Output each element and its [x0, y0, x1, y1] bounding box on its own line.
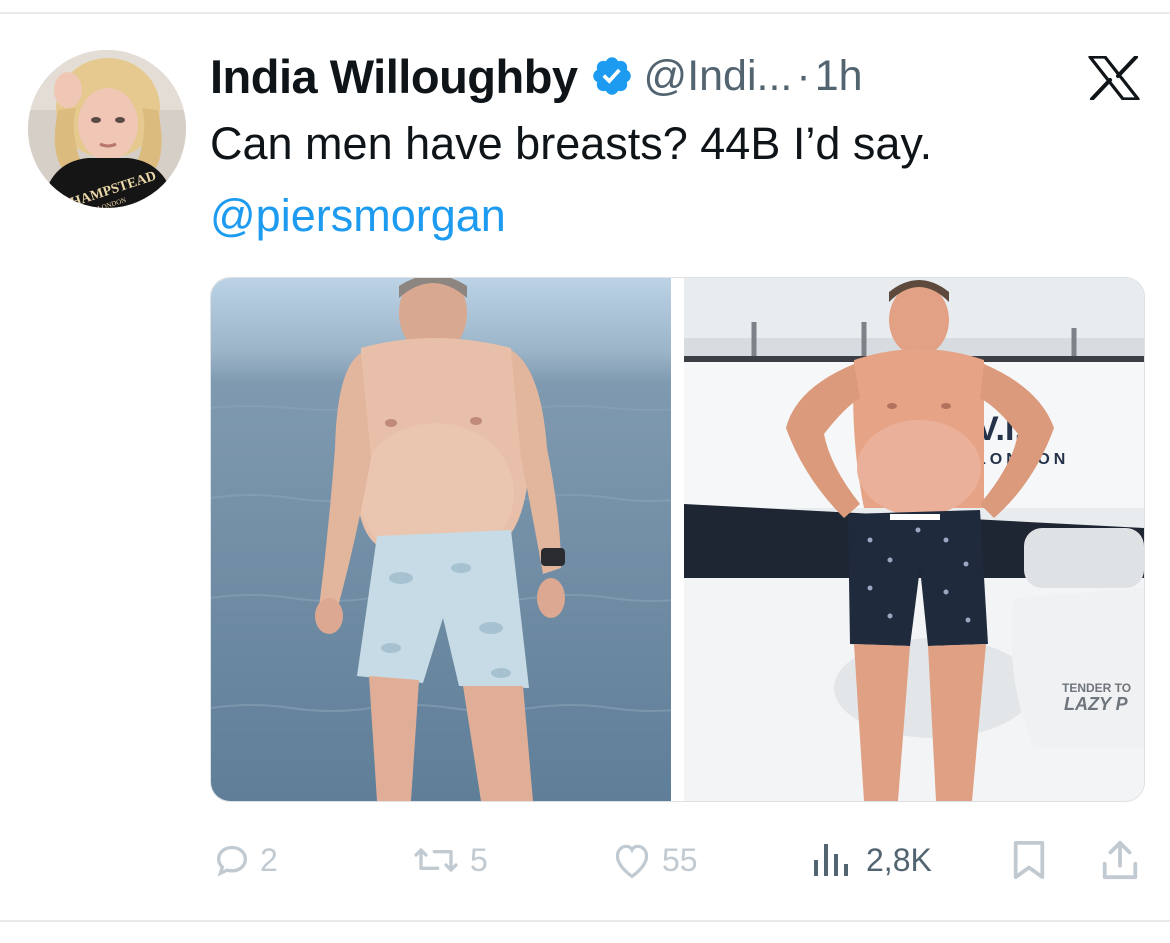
reply-count: 2	[260, 841, 278, 878]
bottom-divider	[0, 920, 1170, 922]
author-name[interactable]: India Willoughby	[210, 49, 578, 104]
retweet-icon	[410, 840, 462, 880]
like-button[interactable]: 55	[610, 830, 698, 890]
tender-text-2: LAZY P	[1064, 694, 1129, 714]
tender-text-1: TENDER TO	[1062, 681, 1131, 695]
dot-separator: ·	[796, 51, 811, 100]
share-icon	[1100, 839, 1140, 881]
reply-icon	[212, 840, 252, 880]
bookmark-icon	[1010, 839, 1048, 881]
bookmark-button[interactable]	[1010, 830, 1048, 890]
views-icon	[812, 840, 852, 880]
tweet-header: India Willoughby @Indi... · 1h	[210, 44, 863, 108]
x-logo-icon	[1088, 55, 1140, 101]
tweet-timestamp[interactable]: 1h	[815, 52, 863, 101]
tweet-media[interactable]: V.I.P LONDON TENDER TO LAZY P	[210, 277, 1145, 802]
avatar-image: HAMPSTEAD LONDON	[28, 50, 186, 208]
like-count: 55	[662, 841, 698, 878]
author-handle[interactable]: @Indi...	[644, 52, 793, 101]
retweet-count: 5	[470, 841, 488, 878]
photo-left[interactable]	[211, 278, 671, 801]
like-icon	[610, 840, 654, 880]
views-button[interactable]: 2,8K	[812, 830, 932, 890]
retweet-button[interactable]: 5	[410, 830, 488, 890]
verified-badge-icon	[590, 54, 634, 98]
photo-right-image: V.I.P LONDON TENDER TO LAZY P	[684, 278, 1144, 801]
views-count: 2,8K	[866, 841, 932, 878]
photo-right[interactable]: V.I.P LONDON TENDER TO LAZY P	[684, 278, 1144, 801]
top-divider	[0, 12, 1170, 14]
avatar[interactable]: HAMPSTEAD LONDON	[28, 50, 186, 208]
tweet-actions: 2 5 55 2,8K	[0, 830, 1170, 890]
reply-button[interactable]: 2	[212, 830, 278, 890]
mention-link[interactable]: @piersmorgan	[210, 190, 506, 242]
tweet-text: Can men have breasts? 44B I’d say.	[210, 118, 933, 169]
photo-left-image	[211, 278, 671, 801]
share-button[interactable]	[1100, 830, 1140, 890]
